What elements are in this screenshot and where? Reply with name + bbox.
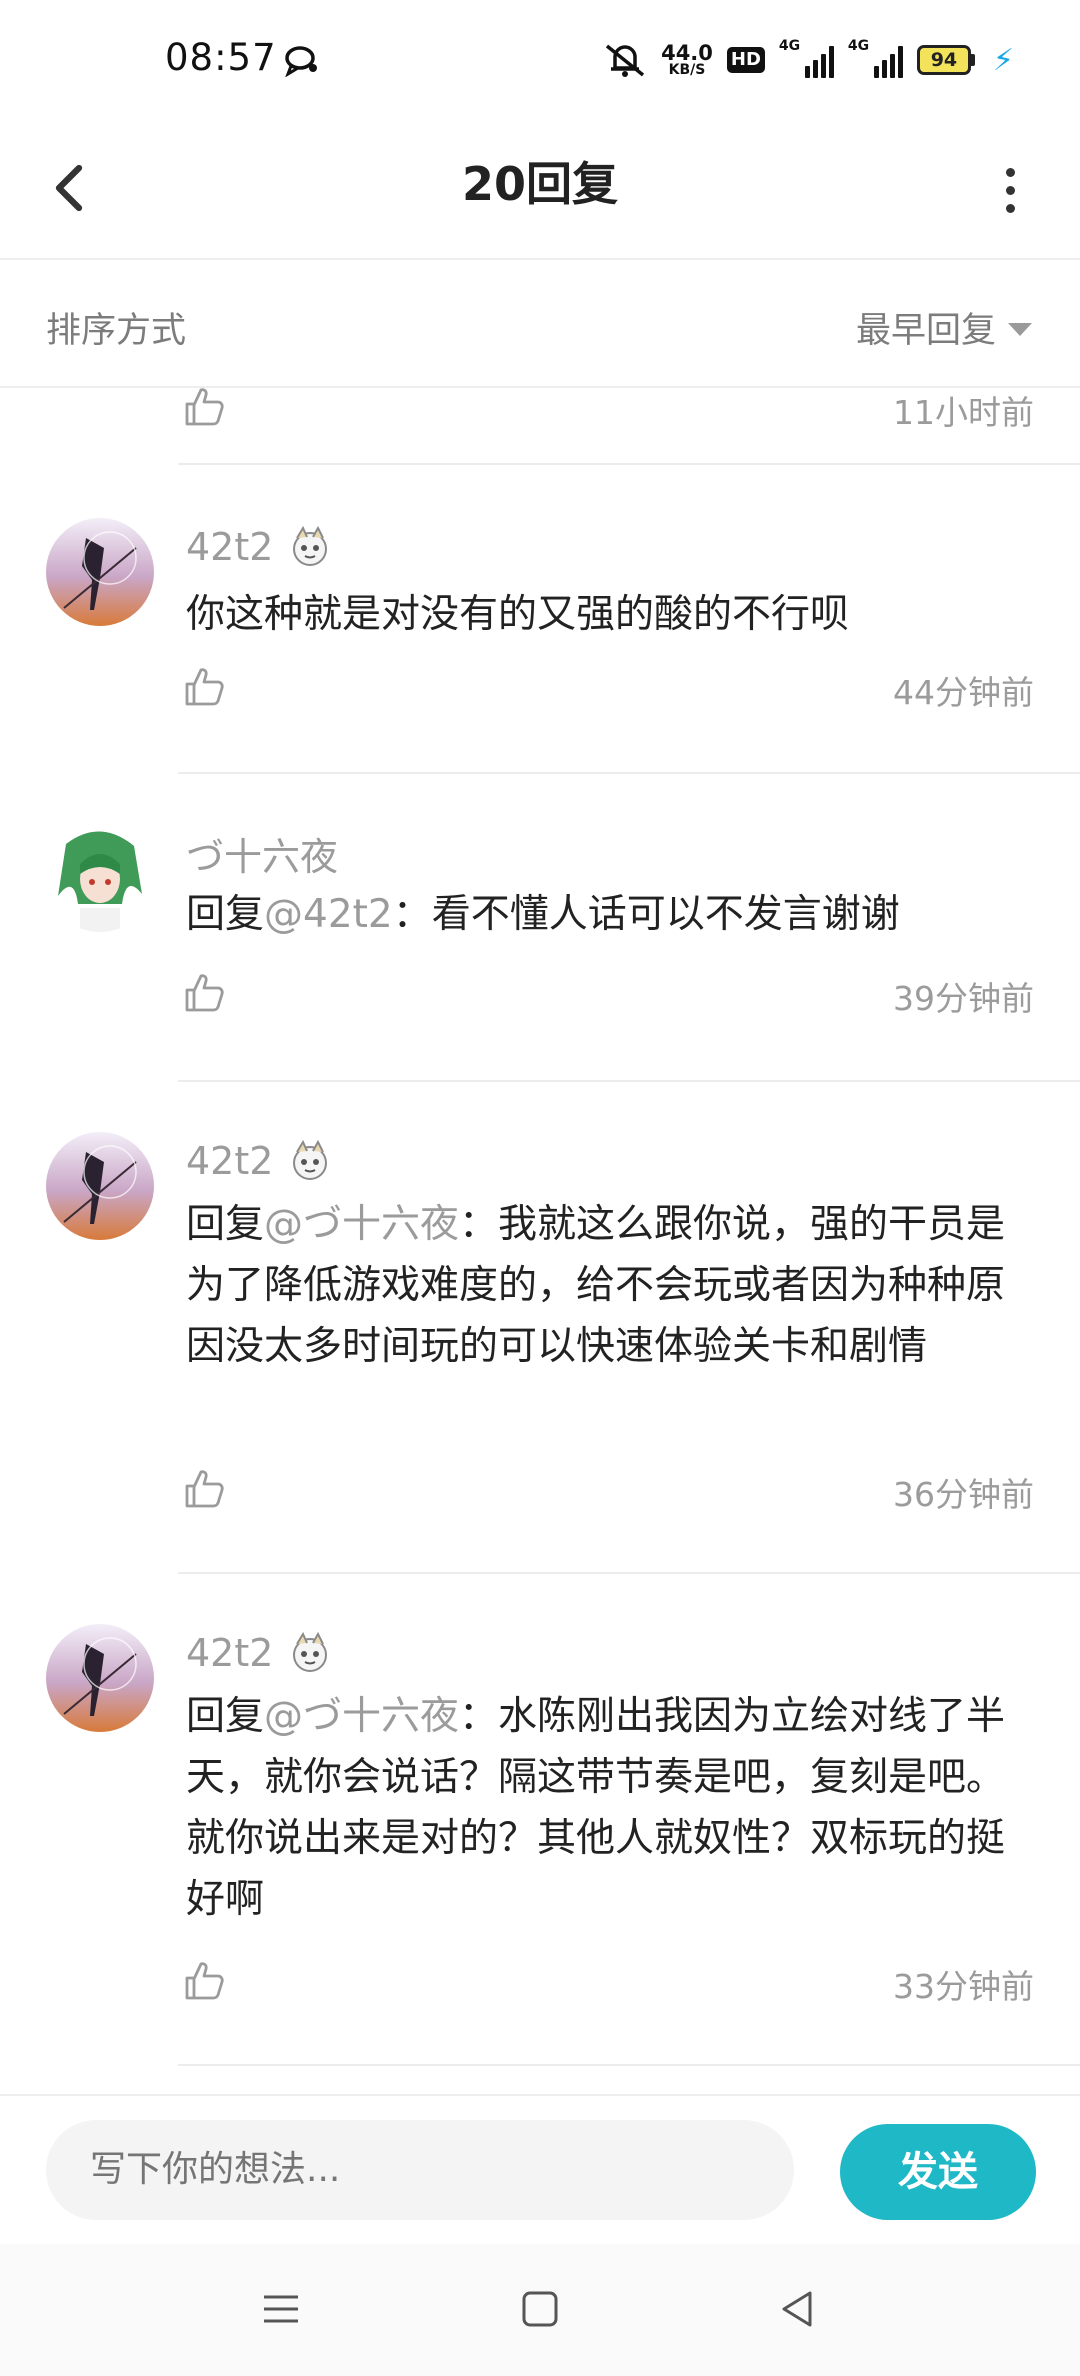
thumbs-up-icon[interactable] [183,1468,225,1510]
signal-icon: 4G [779,38,834,78]
divider [178,2064,1080,2066]
username[interactable]: 42t2 [186,1630,333,1676]
avatar[interactable] [46,824,154,932]
username[interactable]: 42t2 [186,1138,333,1184]
dropdown-caret-icon [1008,323,1032,336]
username[interactable]: 42t2 [186,524,333,570]
comment-item: 42t2 你这种就是对没有的又强的酸的不行呗 44分钟前 [0,466,1080,774]
comment-text: 回复@づ十六夜：我就这么跟你说，强的干员是为了降低游戏难度的，给不会玩或者因为种… [186,1202,1006,1369]
home-square-icon[interactable] [515,2284,565,2334]
comment-time: 39分钟前 [893,979,1034,1018]
comment-time: 33分钟前 [893,1967,1034,2006]
status-bar: 08:57 44.0 KB/S HD 4G 4G 94 ⚡ [0,0,1080,120]
top-app-bar: 20回复 [0,120,1080,260]
mention-link[interactable]: @42t2 [264,892,393,937]
avatar[interactable] [46,1132,154,1240]
menu-icon[interactable] [256,2284,306,2334]
reply-bar: 发送 [0,2094,1080,2244]
comment-time: 36分钟前 [893,1475,1034,1514]
thumbs-up-icon[interactable] [183,1960,225,2002]
reply-input[interactable] [46,2120,794,2220]
thumbs-up-icon[interactable] [183,388,225,428]
hd-badge: HD [726,47,765,73]
thumbs-up-icon[interactable] [183,666,225,708]
avatar[interactable] [46,518,154,626]
page-title: 20回复 [461,157,618,211]
mention-link[interactable]: @づ十六夜 [264,1202,459,1247]
charging-icon: ⚡ [992,42,1014,78]
sort-label: 排序方式 [46,311,187,351]
back-triangle-icon[interactable] [772,2284,822,2334]
signal-icon-2: 4G [848,38,903,78]
mute-bell-icon [605,44,645,77]
sort-bar: 排序方式 最早回复 [0,260,1080,388]
send-button[interactable]: 发送 [840,2124,1036,2220]
reply-time: 11小时前 [893,393,1034,432]
list-item-partial: 11小时前 [0,388,1080,466]
chat-notify-icon [285,46,317,77]
comment-text: 回复@42t2：看不懂人话可以不发言谢谢 [186,892,900,937]
comment-text: 你这种就是对没有的又强的酸的不行呗 [186,592,850,637]
more-vertical-icon[interactable] [990,155,1030,225]
comment-item: 42t2 回复@づ十六夜：我就这么跟你说，强的干员是为了降低游戏难度的，给不会玩… [0,1082,1080,1574]
sort-dropdown[interactable]: 最早回复 [856,302,1032,353]
mention-link[interactable]: @づ十六夜 [264,1694,459,1739]
reply-list[interactable]: 11小时前 42t2 你这种就是对没有的又强的酸的不行呗 44分钟前 づ十六夜 … [0,388,1080,2094]
network-speed: 44.0 KB/S [661,40,713,78]
avatar[interactable] [46,1624,154,1732]
battery-icon: 94 [916,45,975,75]
comment-item: づ十六夜 回复@42t2：看不懂人话可以不发言谢谢 39分钟前 [0,774,1080,1082]
status-icons: 44.0 KB/S HD 4G 4G 94 ⚡ [603,36,1014,84]
thumbs-up-icon[interactable] [183,972,225,1014]
system-nav-bar [0,2244,1080,2376]
user-badge-icon [293,1631,328,1672]
comment-item: 42t2 回复@づ十六夜：水陈刚出我因为立绘对线了半天，就你会说话？隔这带节奏是… [0,1574,1080,2066]
status-time: 08:57 [165,36,277,79]
username[interactable]: づ十六夜 [186,826,338,881]
comment-time: 44分钟前 [893,673,1034,712]
user-badge-icon [293,1139,328,1180]
divider [178,463,1080,465]
comment-text: 回复@づ十六夜：水陈刚出我因为立绘对线了半天，就你会说话？隔这带节奏是吧，复刻是… [186,1694,1006,1922]
sort-selected-value: 最早回复 [855,311,996,351]
user-badge-icon [293,525,328,566]
